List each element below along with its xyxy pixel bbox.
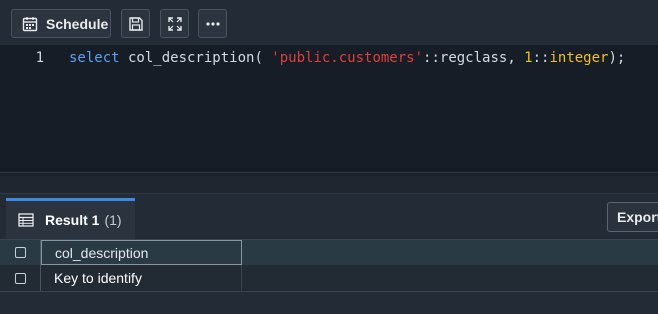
result-tab-strip: Result 1 (1) Export [0, 194, 658, 240]
line-number: 1 [35, 50, 44, 66]
ellipsis-icon [205, 16, 221, 32]
sql-editor[interactable]: 1 select col_description( 'public.custom… [0, 45, 658, 172]
function-token: col_description( [119, 50, 263, 66]
table-cell[interactable]: Key to identify [41, 265, 242, 291]
expand-button[interactable] [160, 9, 189, 38]
expand-icon [167, 16, 183, 32]
table-icon [18, 213, 34, 227]
table-row[interactable]: Key to identify [0, 265, 658, 292]
cast-operator-token: :: [532, 50, 550, 66]
keyword-token: select [69, 50, 120, 66]
query-editor-window: Schedule 1 select col_description('publ… [0, 0, 658, 314]
results-empty-area [0, 292, 658, 314]
number-token: 1 [515, 50, 533, 66]
schedule-label: Schedule [46, 15, 109, 32]
select-all-cell [0, 240, 41, 265]
toolbar: Schedule [0, 0, 658, 45]
row-checkbox[interactable] [14, 272, 26, 284]
export-button[interactable]: Export [607, 202, 658, 232]
tab-result-count: (1) [104, 212, 122, 228]
save-button[interactable] [121, 9, 150, 38]
tab-result-1[interactable]: Result 1 (1) [6, 198, 135, 239]
cast-token: ::regclass, [423, 50, 516, 66]
results-grid-header: col_description [0, 240, 658, 265]
end-token: ); [608, 50, 626, 66]
column-header-col-description[interactable]: col_description [41, 240, 242, 265]
more-options-button[interactable] [198, 9, 227, 38]
row-select-cell [0, 265, 41, 291]
type-token: integer [549, 50, 609, 66]
pane-resize-divider[interactable] [0, 176, 658, 194]
code-line[interactable]: select col_description( 'public.customer… [69, 50, 625, 66]
save-icon [128, 16, 144, 32]
tab-result-label: Result 1 [45, 212, 100, 228]
schedule-button[interactable]: Schedule [11, 9, 111, 38]
calendar-icon [22, 16, 38, 32]
string-token: 'public.customers' [262, 50, 424, 66]
select-all-checkbox[interactable] [14, 247, 26, 258]
